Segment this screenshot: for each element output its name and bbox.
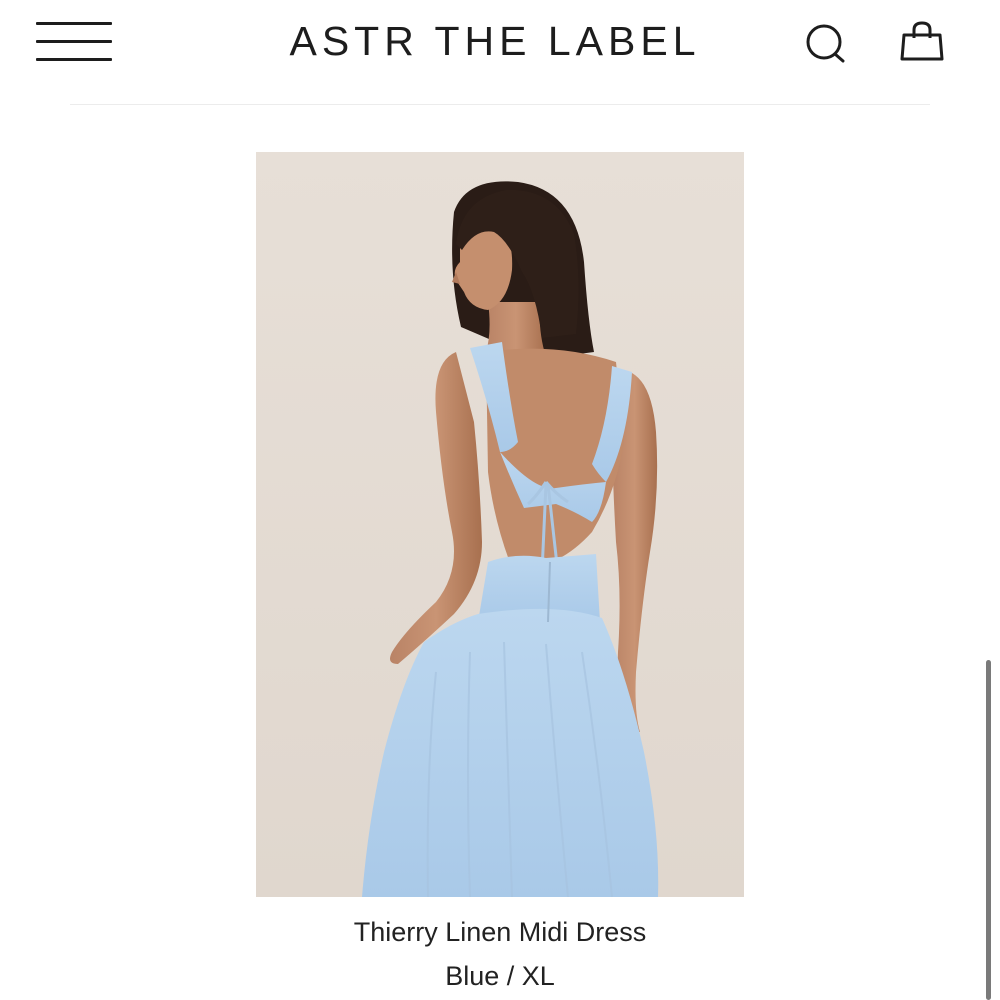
site-header: ASTR THE LABEL — [0, 0, 1000, 84]
hamburger-menu-icon[interactable] — [36, 20, 112, 64]
product-page: ASTR THE LABEL Thierry Linen Midi Dress … — [0, 0, 1000, 1000]
shopping-bag-icon[interactable] — [896, 18, 948, 68]
brand-logo[interactable]: ASTR THE LABEL — [250, 14, 740, 68]
search-icon[interactable] — [802, 20, 850, 68]
product-image[interactable] — [256, 152, 744, 897]
product-title[interactable]: Thierry Linen Midi Dress — [200, 912, 800, 952]
header-divider — [70, 104, 930, 105]
product-variant: Blue / XL — [445, 961, 555, 991]
scrollbar-thumb[interactable] — [986, 660, 991, 1000]
